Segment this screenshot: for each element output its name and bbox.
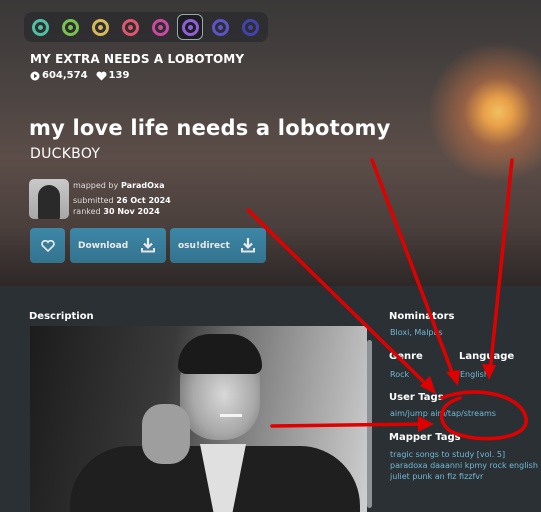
difficulty-circle-icon	[91, 18, 109, 36]
mapper-tags-label: Mapper Tags	[389, 432, 461, 443]
description-scrollbar[interactable]	[367, 340, 372, 508]
difficulty-circle-icon	[31, 18, 49, 36]
difficulty-name: MY EXTRA NEEDS A LOBOTOMY	[30, 52, 245, 66]
difficulty-selector	[24, 12, 268, 42]
user-tags-label: User Tags	[389, 392, 444, 403]
difficulty-icon-1[interactable]	[27, 14, 53, 40]
language-label: Language	[459, 351, 515, 362]
mapped-by-label: mapped by	[73, 181, 119, 190]
song-title: my love life needs a lobotomy	[29, 116, 391, 140]
heart-outline-icon	[40, 239, 55, 252]
osu-direct-button[interactable]: osu!direct	[170, 228, 266, 263]
description-image	[30, 326, 367, 512]
favourite-button[interactable]	[30, 228, 65, 263]
download-label: Download	[78, 240, 129, 251]
heart-icon	[96, 71, 107, 80]
genre-value[interactable]: Rock	[390, 370, 409, 379]
difficulty-icon-3[interactable]	[87, 14, 113, 40]
difficulty-icon-5[interactable]	[147, 14, 173, 40]
difficulty-circle-icon	[61, 18, 79, 36]
user-tags-value[interactable]: aim/jump aim/tap/streams	[390, 409, 496, 418]
submitted-label: submitted	[73, 196, 114, 205]
difficulty-icon-7[interactable]	[207, 14, 233, 40]
mapper-avatar[interactable]	[29, 179, 69, 219]
song-artist: DUCKBOY	[30, 146, 101, 162]
annotation-arrowhead	[418, 416, 434, 432]
difficulty-icon-6[interactable]	[177, 14, 203, 40]
download-icon	[241, 238, 255, 253]
nominators-value[interactable]: Bloxi, Malpas	[390, 328, 443, 337]
submitted-line: submitted 26 Oct 2024	[73, 196, 171, 205]
difficulty-circle-icon	[151, 18, 169, 36]
annotation-arrowhead	[446, 370, 460, 386]
mapper-tags-value[interactable]: tragic songs to study [vol. 5] paradoxa …	[390, 449, 540, 482]
download-button[interactable]: Download	[70, 228, 166, 263]
difficulty-circle-icon	[241, 18, 259, 36]
beatmap-stats: 604,574 139	[30, 70, 137, 81]
play-count: 604,574	[30, 70, 88, 81]
ranked-label: ranked	[73, 207, 101, 216]
ranked-line: ranked 30 Nov 2024	[73, 207, 160, 216]
difficulty-icon-4[interactable]	[117, 14, 143, 40]
difficulty-circle-icon	[121, 18, 139, 36]
language-value[interactable]: English	[460, 370, 489, 379]
ranked-date: 30 Nov 2024	[103, 207, 160, 216]
favourite-count-value: 139	[108, 70, 130, 81]
difficulty-circle-icon	[211, 18, 229, 36]
beatmap-header: MY EXTRA NEEDS A LOBOTOMY 604,574 139 my…	[0, 0, 541, 286]
osu-direct-label: osu!direct	[178, 240, 230, 251]
mapper-name-link[interactable]: ParadOxa	[121, 181, 164, 190]
favourite-count: 139	[96, 70, 130, 81]
difficulty-circle-icon	[181, 18, 199, 36]
genre-label: Genre	[389, 351, 423, 362]
nominators-label: Nominators	[389, 311, 455, 322]
play-count-value: 604,574	[42, 70, 88, 81]
difficulty-icon-2[interactable]	[57, 14, 83, 40]
description-heading: Description	[29, 311, 94, 322]
play-icon	[30, 71, 40, 80]
mapper-line: mapped by ParadOxa	[73, 181, 165, 190]
difficulty-icon-8[interactable]	[237, 14, 263, 40]
download-icon	[141, 238, 155, 253]
submitted-date: 26 Oct 2024	[116, 196, 171, 205]
